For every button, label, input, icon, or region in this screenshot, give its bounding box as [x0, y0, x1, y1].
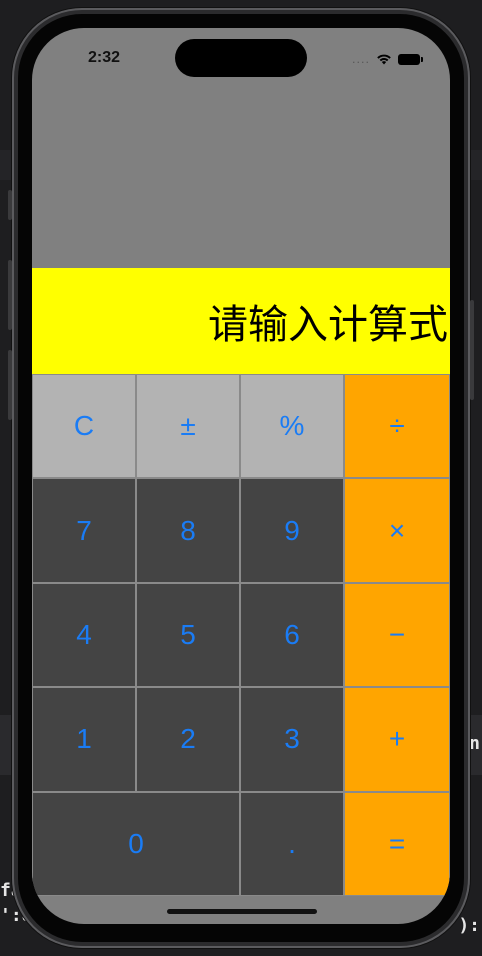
digit-8-key[interactable]: 8	[136, 478, 240, 583]
action-button	[8, 190, 12, 220]
digit-0-key[interactable]: 0	[32, 791, 240, 896]
phone-screen: 2:32 .... 请输入计算式 C ±% ÷ 7 8 9 × 4 5 6− 1 2 3 +0. =	[32, 28, 450, 924]
digit-1-key[interactable]: 1	[32, 687, 136, 792]
status-indicators: ....	[352, 50, 423, 69]
clear-key[interactable]: C	[32, 374, 136, 479]
cellular-signal-icon: ....	[352, 53, 370, 66]
status-time: 2:32	[88, 49, 121, 66]
digit-9-key[interactable]: 9	[240, 478, 344, 583]
volume-down-button	[8, 350, 12, 420]
digit-6-key[interactable]: 6	[240, 582, 344, 688]
wifi-icon	[376, 50, 392, 69]
battery-icon	[398, 54, 423, 65]
digit-7-key[interactable]: 7	[32, 478, 136, 583]
digit-5-key[interactable]: 5	[136, 582, 240, 688]
digit-2-key[interactable]: 2	[136, 687, 240, 792]
percent-key[interactable]: %	[240, 374, 344, 479]
multiply-key[interactable]: ×	[344, 478, 450, 583]
sign-toggle-key[interactable]: ±	[136, 374, 240, 479]
volume-up-button	[8, 260, 12, 330]
calculator-keypad: C ±% ÷ 7 8 9 × 4 5 6− 1 2 3 +0. =	[32, 374, 450, 896]
calculator-display: 请输入计算式	[32, 268, 450, 374]
digit-3-key[interactable]: 3	[240, 687, 344, 792]
equals-key[interactable]: =	[344, 791, 450, 896]
ide-code-fragment: n	[469, 733, 480, 754]
digit-4-key[interactable]: 4	[32, 582, 136, 688]
ide-code-fragment: ):	[458, 915, 480, 936]
display-text: 请输入计算式	[208, 302, 448, 348]
home-indicator[interactable]	[167, 909, 317, 914]
add-key[interactable]: +	[344, 687, 450, 792]
decimal-key[interactable]: .	[240, 791, 344, 896]
power-button	[470, 300, 474, 400]
divide-key[interactable]: ÷	[344, 374, 450, 479]
subtract-key[interactable]: −	[344, 582, 450, 688]
dynamic-island	[175, 39, 307, 77]
